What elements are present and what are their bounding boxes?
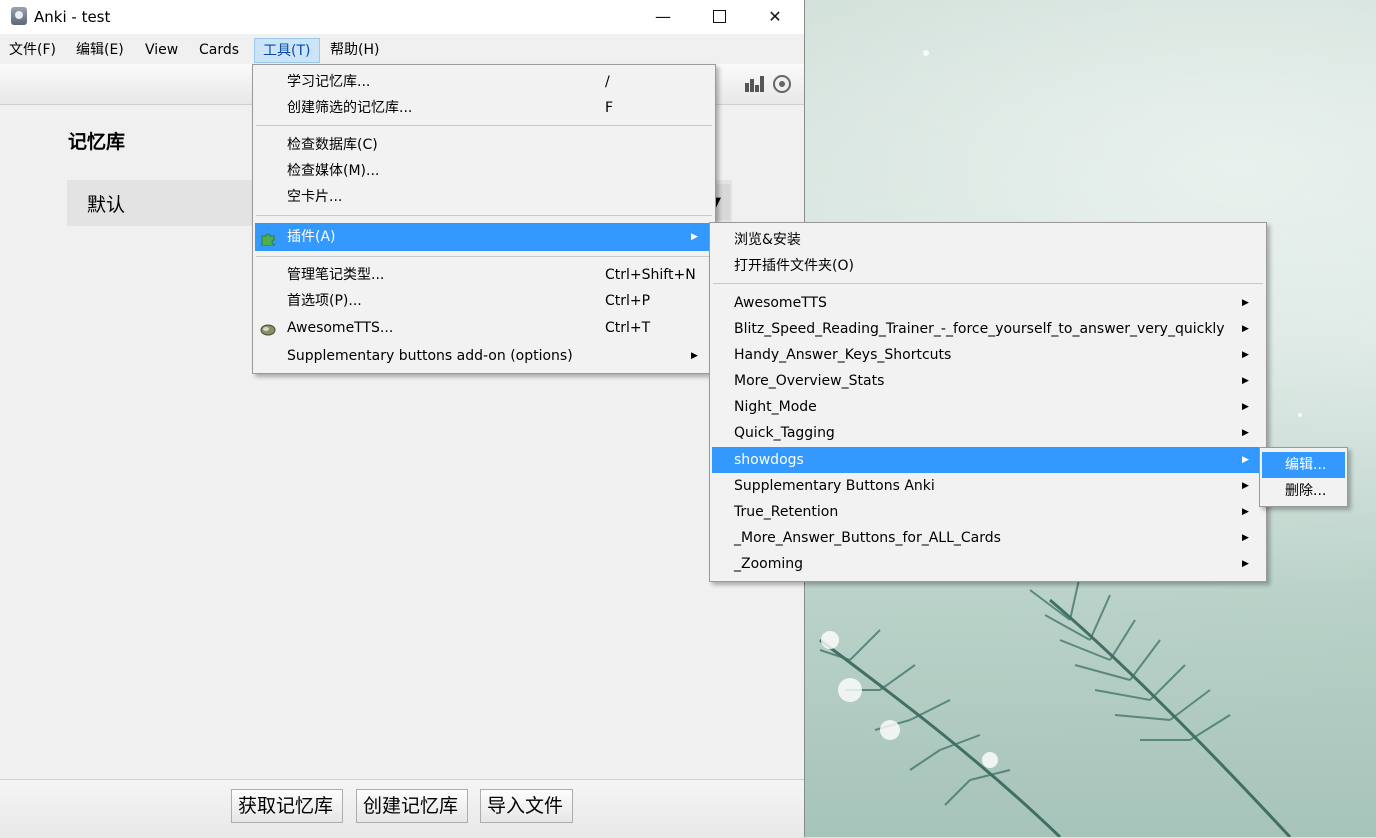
menu-item-shortcut: Ctrl+Shift+N	[605, 267, 696, 283]
submenu-arrow-icon: ▶	[1242, 298, 1249, 308]
menu-item-addon-true-retention[interactable]: True_Retention ▶	[712, 499, 1264, 525]
menu-item-label: 编辑...	[1285, 457, 1327, 473]
menu-separator	[256, 256, 712, 257]
menu-item-open-addons-folder[interactable]: 打开插件文件夹(O)	[712, 253, 1264, 279]
maximize-button[interactable]	[696, 0, 742, 32]
menu-help[interactable]: 帮助(H)	[327, 38, 382, 63]
showdogs-submenu: 编辑... 删除...	[1259, 447, 1348, 507]
import-file-button[interactable]: 导入文件	[480, 789, 573, 823]
submenu-arrow-icon: ▶	[1242, 481, 1249, 491]
menu-item-label: 插件(A)	[287, 229, 336, 245]
menu-item-preferences[interactable]: 首选项(P)... Ctrl+P	[255, 288, 713, 314]
submenu-arrow-icon: ▶	[1242, 428, 1249, 438]
submenu-arrow-icon: ▶	[1242, 533, 1249, 543]
menu-item-label: AwesomeTTS...	[287, 320, 394, 336]
submenu-arrow-icon: ▶	[1242, 507, 1249, 517]
menu-view[interactable]: View	[142, 38, 181, 63]
submenu-arrow-icon: ▶	[691, 232, 698, 242]
menu-item-addons[interactable]: 插件(A) ▶	[255, 223, 713, 251]
menu-item-label: _Zooming	[734, 556, 804, 572]
window-title: Anki - test	[34, 8, 111, 26]
menu-item-awesometts[interactable]: AwesomeTTS... Ctrl+T	[255, 315, 713, 341]
deck-name-link[interactable]: 默认	[87, 190, 125, 217]
menu-item-label: 学习记忆库...	[287, 74, 371, 90]
menu-item-addon-overview-stats[interactable]: More_Overview_Stats ▶	[712, 368, 1264, 394]
menu-item-label: Supplementary Buttons Anki	[734, 478, 935, 494]
maximize-icon	[712, 9, 726, 23]
menu-item-label: 删除...	[1285, 483, 1327, 499]
menu-item-addon-supplementary-buttons[interactable]: Supplementary Buttons Anki ▶	[712, 473, 1264, 499]
menu-item-label: More_Overview_Stats	[734, 373, 885, 389]
tools-dropdown-menu: 学习记忆库... / 创建筛选的记忆库... F 检查数据库(C) 检查媒体(M…	[252, 64, 716, 374]
menu-item-addon-handy-keys[interactable]: Handy_Answer_Keys_Shortcuts ▶	[712, 342, 1264, 368]
menu-item-label: 打开插件文件夹(O)	[734, 258, 854, 274]
menu-cards[interactable]: Cards	[196, 38, 242, 63]
menu-item-addon-more-answer-buttons[interactable]: _More_Answer_Buttons_for_ALL_Cards ▶	[712, 525, 1264, 551]
submenu-arrow-icon: ▶	[1242, 324, 1249, 334]
menu-separator	[713, 283, 1263, 284]
menu-item-label: Handy_Answer_Keys_Shortcuts	[734, 347, 952, 363]
create-deck-button[interactable]: 创建记忆库	[356, 789, 468, 823]
menu-item-addon-showdogs[interactable]: showdogs ▶	[712, 447, 1264, 473]
menu-item-label: 首选项(P)...	[287, 293, 362, 309]
menu-item-addon-zooming[interactable]: _Zooming ▶	[712, 551, 1264, 577]
menu-item-label: Night_Mode	[734, 399, 817, 415]
menu-item-shortcut: Ctrl+P	[605, 293, 651, 309]
menu-item-addon-night-mode[interactable]: Night_Mode ▶	[712, 394, 1264, 420]
menu-item-label: Supplementary buttons add-on (options)	[287, 348, 573, 364]
menu-item-label: _More_Answer_Buttons_for_ALL_Cards	[734, 530, 1001, 546]
menu-item-shortcut: Ctrl+T	[605, 320, 651, 336]
speaker-icon	[260, 320, 277, 336]
get-shared-button[interactable]: 获取记忆库	[231, 789, 343, 823]
anki-app-icon	[11, 7, 27, 25]
menu-item-check-media[interactable]: 检查媒体(M)...	[255, 158, 713, 184]
menu-item-label: Quick_Tagging	[734, 425, 835, 441]
menu-separator	[256, 215, 712, 216]
menu-tools[interactable]: 工具(T)	[254, 38, 320, 63]
menu-item-check-database[interactable]: 检查数据库(C)	[255, 132, 713, 158]
menu-item-edit-addon[interactable]: 编辑...	[1262, 452, 1345, 478]
menu-separator	[256, 125, 712, 126]
submenu-arrow-icon: ▶	[691, 351, 698, 361]
menu-item-label: 管理笔记类型...	[287, 267, 385, 283]
minimize-button[interactable]: —	[640, 0, 686, 32]
stats-icon[interactable]	[745, 76, 765, 92]
menu-item-label: showdogs	[734, 452, 804, 468]
menu-item-browse-install[interactable]: 浏览&安装	[712, 227, 1264, 253]
menu-item-empty-cards[interactable]: 空卡片...	[255, 184, 713, 210]
submenu-arrow-icon: ▶	[1242, 376, 1249, 386]
menu-item-label: True_Retention	[734, 504, 839, 520]
menu-item-label: 检查数据库(C)	[287, 137, 378, 153]
submenu-arrow-icon: ▶	[1242, 402, 1249, 412]
menu-item-label: 浏览&安装	[734, 232, 801, 248]
close-button[interactable]: ✕	[752, 0, 798, 32]
menu-item-create-filtered-deck[interactable]: 创建筛选的记忆库... F	[255, 95, 713, 121]
puzzle-piece-icon	[260, 228, 277, 247]
menu-item-label: AwesomeTTS	[734, 295, 827, 311]
addons-submenu: 浏览&安装 打开插件文件夹(O) AwesomeTTS ▶ Blitz_Spee…	[709, 222, 1267, 582]
menu-item-shortcut: /	[605, 74, 610, 90]
menu-item-label: 创建筛选的记忆库...	[287, 100, 413, 116]
menu-item-manage-note-types[interactable]: 管理笔记类型... Ctrl+Shift+N	[255, 262, 713, 288]
bottom-bar: 获取记忆库 创建记忆库 导入文件	[0, 779, 804, 838]
menu-item-delete-addon[interactable]: 删除...	[1262, 478, 1345, 504]
submenu-arrow-icon: ▶	[1242, 455, 1249, 465]
menu-item-addon-blitz[interactable]: Blitz_Speed_Reading_Trainer_-_force_your…	[712, 316, 1264, 342]
menu-item-label: 检查媒体(M)...	[287, 163, 380, 179]
menu-item-supplementary-buttons-options[interactable]: Supplementary buttons add-on (options) ▶	[255, 343, 713, 369]
menu-item-label: Blitz_Speed_Reading_Trainer_-_force_your…	[734, 321, 1225, 337]
deck-list-heading: 记忆库	[68, 131, 126, 153]
menu-bar: 文件(F) 编辑(E) View Cards 工具(T) 帮助(H)	[0, 38, 804, 63]
submenu-arrow-icon: ▶	[1242, 559, 1249, 569]
menu-edit[interactable]: 编辑(E)	[73, 38, 127, 63]
menu-item-addon-quick-tagging[interactable]: Quick_Tagging ▶	[712, 420, 1264, 446]
menu-file[interactable]: 文件(F)	[6, 38, 59, 63]
title-bar: Anki - test — ✕	[0, 0, 804, 34]
menu-item-shortcut: F	[605, 100, 614, 116]
submenu-arrow-icon: ▶	[1242, 350, 1249, 360]
sync-icon[interactable]	[773, 75, 791, 93]
menu-item-label: 空卡片...	[287, 189, 343, 205]
menu-item-study-deck[interactable]: 学习记忆库... /	[255, 69, 713, 95]
menu-item-addon-awesometts[interactable]: AwesomeTTS ▶	[712, 290, 1264, 316]
